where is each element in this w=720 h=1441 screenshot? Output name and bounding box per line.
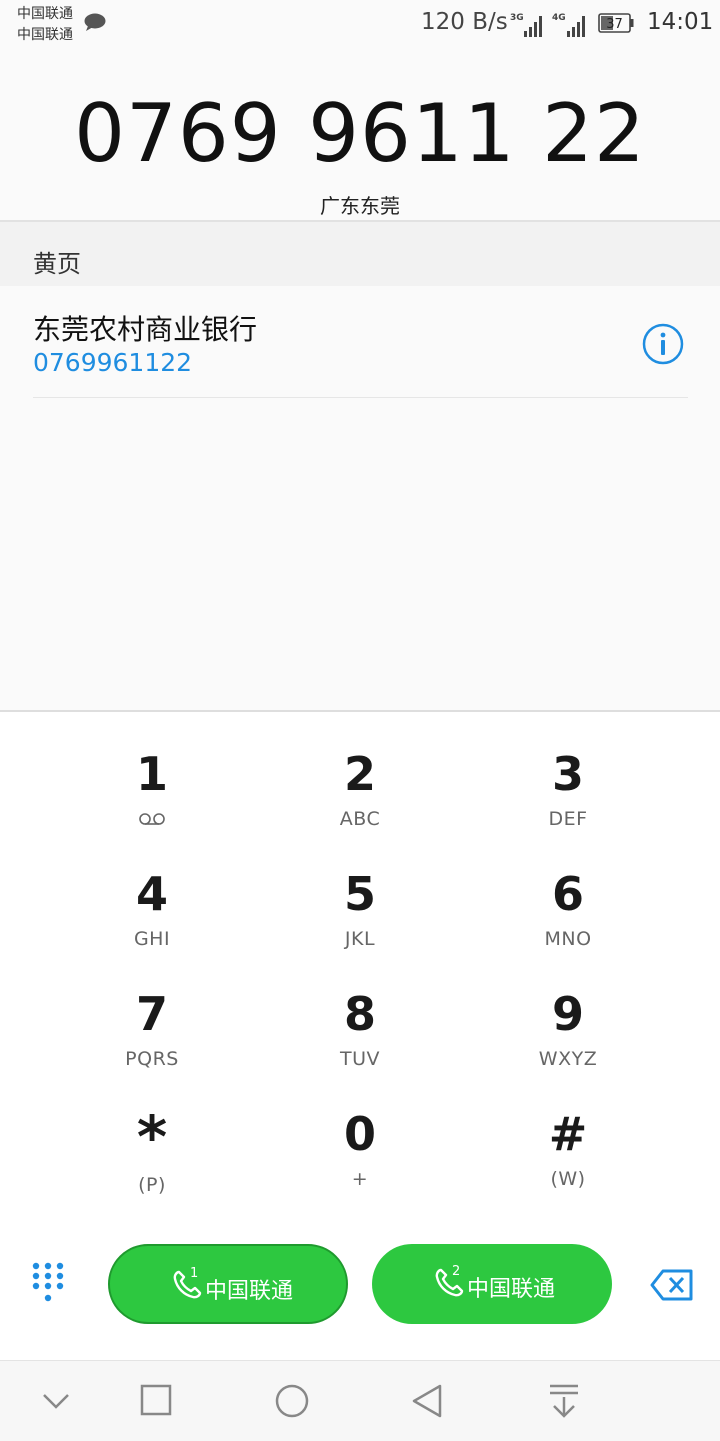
yellow-pages-header: 黄页 bbox=[0, 222, 720, 286]
message-icon bbox=[84, 13, 106, 31]
result-number: 0769961122 bbox=[33, 348, 193, 377]
sim-index: 1 bbox=[190, 1266, 199, 1281]
key-letters: (P) bbox=[138, 1174, 166, 1196]
sim1-network-type: 3G bbox=[510, 13, 524, 23]
key-letters: ABC bbox=[339, 808, 381, 830]
number-location: 广东东莞 bbox=[320, 194, 400, 218]
network-speed: 120 B/s bbox=[421, 9, 508, 35]
key-digit: 3 bbox=[551, 747, 584, 801]
yellow-pages-title: 黄页 bbox=[33, 250, 81, 278]
voicemail-icon bbox=[139, 813, 165, 825]
key-2[interactable]: 2 ABC bbox=[260, 748, 460, 858]
key-letters: JKL bbox=[344, 928, 376, 950]
result-name: 东莞农村商业银行 bbox=[33, 313, 258, 346]
key-letters: DEF bbox=[548, 808, 588, 830]
key-digit: 9 bbox=[551, 987, 584, 1041]
key-star[interactable]: * (P) bbox=[52, 1108, 252, 1218]
backspace-icon[interactable] bbox=[650, 1268, 694, 1302]
key-4[interactable]: 4 GHI bbox=[52, 868, 252, 978]
key-digit: 6 bbox=[551, 867, 584, 921]
sim-index: 2 bbox=[452, 1264, 461, 1279]
key-digit: 2 bbox=[343, 747, 376, 801]
key-9[interactable]: 9 WXYZ bbox=[468, 988, 668, 1098]
navigation-bar bbox=[0, 1360, 720, 1441]
nav-collapse-icon[interactable] bbox=[40, 1383, 72, 1419]
key-digit: 5 bbox=[343, 867, 376, 921]
nav-notifications-icon[interactable] bbox=[546, 1383, 582, 1419]
nav-home-icon[interactable] bbox=[274, 1383, 310, 1419]
key-6[interactable]: 6 MNO bbox=[468, 868, 668, 978]
carrier-1: 中国联通 bbox=[17, 6, 73, 22]
sim2-network-type: 4G bbox=[552, 13, 566, 23]
key-digit: * bbox=[136, 1103, 168, 1171]
key-letters: PQRS bbox=[125, 1048, 179, 1070]
battery-level: 37 bbox=[606, 17, 623, 32]
key-5[interactable]: 5 JKL bbox=[260, 868, 460, 978]
dialed-number[interactable]: 0769 9611 22 bbox=[0, 86, 720, 182]
key-hash[interactable]: # (W) bbox=[468, 1108, 668, 1218]
call-sim1-label: 中国联通 bbox=[205, 1279, 294, 1304]
info-icon[interactable] bbox=[641, 322, 685, 366]
dialpad-toggle-icon[interactable] bbox=[32, 1262, 64, 1304]
key-digit: 4 bbox=[135, 867, 168, 921]
key-digit: 7 bbox=[135, 987, 168, 1041]
nav-recents-icon[interactable] bbox=[140, 1383, 172, 1419]
status-bar: 中国联通 中国联通 120 B/s 3G 4G 37 14:01 bbox=[0, 0, 720, 50]
key-digit: # bbox=[548, 1107, 588, 1161]
key-letters: WXYZ bbox=[538, 1048, 598, 1070]
key-letters: + bbox=[351, 1168, 369, 1190]
divider bbox=[33, 397, 688, 398]
key-1[interactable]: 1 bbox=[52, 748, 252, 858]
key-digit: 0 bbox=[343, 1107, 376, 1161]
signal-sim2-icon: 4G bbox=[552, 13, 585, 37]
yellow-pages-result[interactable]: 东莞农村商业银行 0769961122 bbox=[0, 286, 720, 398]
key-letters: MNO bbox=[544, 928, 592, 950]
key-letters: (W) bbox=[550, 1168, 586, 1190]
key-8[interactable]: 8 TUV bbox=[260, 988, 460, 1098]
key-letters: GHI bbox=[133, 928, 171, 950]
carrier-names: 中国联通 中国联通 bbox=[17, 4, 73, 46]
key-letters: TUV bbox=[339, 1048, 380, 1070]
nav-back-icon[interactable] bbox=[410, 1383, 444, 1419]
key-3[interactable]: 3 DEF bbox=[468, 748, 668, 858]
battery-icon: 37 bbox=[598, 13, 634, 33]
call-sim1-button[interactable]: 1 中国联通 bbox=[108, 1244, 348, 1324]
carrier-2: 中国联通 bbox=[17, 27, 73, 43]
key-7[interactable]: 7 PQRS bbox=[52, 988, 252, 1098]
key-digit: 8 bbox=[343, 987, 376, 1041]
clock: 14:01 bbox=[647, 9, 714, 35]
key-digit: 1 bbox=[135, 747, 168, 801]
call-sim2-label: 中国联通 bbox=[467, 1277, 556, 1302]
signal-sim1-icon: 3G bbox=[510, 13, 542, 37]
key-0[interactable]: 0 + bbox=[260, 1108, 460, 1218]
call-sim2-button[interactable]: 2 中国联通 bbox=[372, 1244, 612, 1324]
